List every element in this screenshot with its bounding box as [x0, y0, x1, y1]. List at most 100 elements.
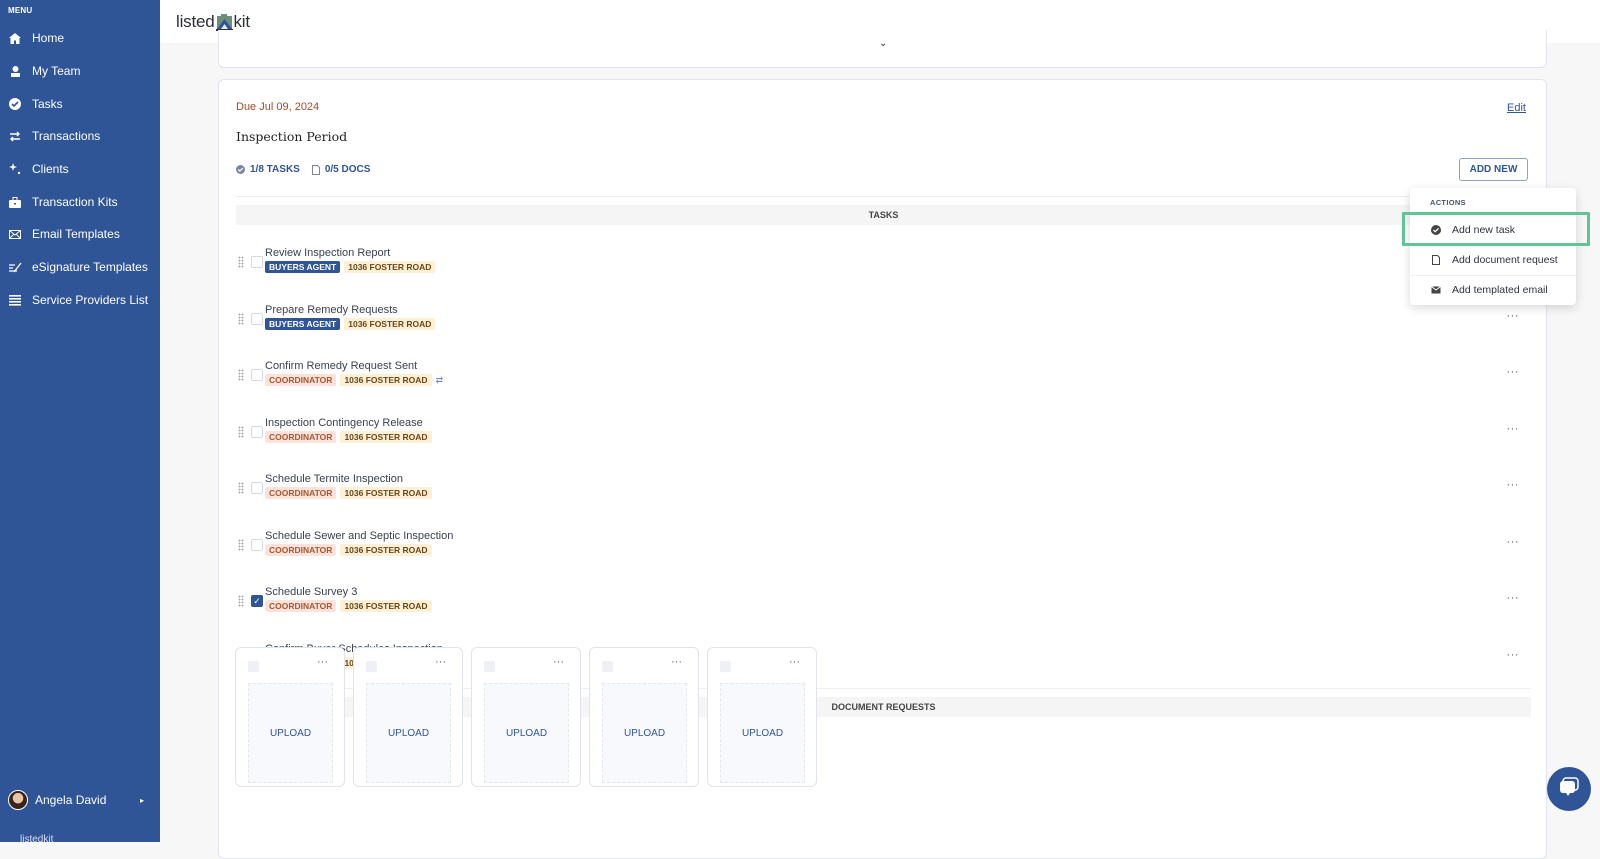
task-name[interactable]: Prepare Remedy Requests — [265, 304, 398, 316]
stage-title: Inspection Period — [236, 129, 348, 144]
sidebar-item-label: Clients — [32, 162, 69, 176]
task-name[interactable]: Schedule Sewer and Septic Inspection — [265, 530, 453, 542]
envelope-icon — [8, 229, 22, 239]
add-templated-email-menu-item[interactable]: Add templated email — [1410, 275, 1576, 305]
drag-handle-icon[interactable] — [238, 369, 244, 381]
actions-dropdown: ACTIONS Add new task Add document reques… — [1410, 188, 1576, 305]
sidebar-item-label: Home — [32, 31, 65, 45]
check-circle-icon — [236, 165, 245, 174]
briefcase-icon — [8, 196, 22, 208]
upload-button[interactable]: UPLOAD — [484, 683, 569, 783]
document-checkbox[interactable] — [248, 661, 259, 672]
role-badge: COORDINATOR — [265, 543, 337, 556]
document-checkbox[interactable] — [602, 661, 613, 672]
more-options-icon[interactable]: ··· — [317, 656, 328, 668]
document-icon — [311, 164, 320, 175]
chat-button[interactable] — [1547, 767, 1591, 811]
stage-stats: 1/8 TASKS 0/5 DOCS — [236, 164, 370, 175]
task-name[interactable]: Inspection Contingency Release — [265, 417, 423, 429]
upload-button[interactable]: UPLOAD — [248, 683, 333, 783]
sidebar-item-clients[interactable]: Clients — [0, 155, 160, 183]
more-options-icon[interactable]: ··· — [1507, 592, 1520, 604]
task-name[interactable]: Schedule Termite Inspection — [265, 473, 403, 485]
drag-handle-icon[interactable] — [238, 482, 244, 494]
task-checkbox[interactable] — [251, 425, 263, 438]
drag-handle-icon[interactable] — [238, 256, 244, 268]
task-name[interactable]: Schedule Survey 3 — [265, 586, 357, 598]
sidebar-item-transaction-kits[interactable]: Transaction Kits — [0, 188, 160, 216]
user-menu[interactable]: Angela David ▸ — [0, 787, 160, 813]
menu-item-label: Add new task — [1452, 224, 1516, 236]
document-request-card: ··· UPLOAD — [471, 647, 581, 787]
sidebar-item-label: Service Providers List — [32, 293, 149, 307]
logo-text-right: kit — [233, 12, 251, 31]
sidebar: MENU Home My Team Tasks Transactions Cli… — [0, 0, 160, 845]
role-badge: COORDINATOR — [265, 600, 337, 612]
caret-right-icon: ▸ — [139, 795, 144, 805]
address-badge: 1036 FOSTER ROAD — [340, 487, 432, 499]
sidebar-item-label: eSignature Templates — [32, 260, 148, 274]
sidebar-item-email-templates[interactable]: Email Templates — [0, 220, 160, 248]
task-checkbox[interactable] — [251, 369, 263, 381]
document-checkbox[interactable] — [366, 661, 377, 672]
address-badge: 1036 FOSTER ROAD — [340, 430, 432, 443]
more-options-icon[interactable]: ··· — [671, 656, 682, 668]
check-circle-icon — [8, 98, 22, 110]
drag-handle-icon[interactable] — [238, 425, 244, 438]
document-checkbox[interactable] — [484, 661, 495, 672]
task-checkbox[interactable] — [251, 256, 263, 268]
sidebar-item-tasks[interactable]: Tasks — [0, 90, 160, 118]
chat-bubble-icon — [1558, 776, 1580, 802]
more-options-icon[interactable]: ··· — [1507, 366, 1520, 378]
task-tags: COORDINATOR 1036 FOSTER ROAD — [265, 487, 436, 499]
sidebar-item-transactions[interactable]: Transactions — [0, 122, 160, 150]
user-icon — [8, 65, 22, 77]
upload-button[interactable]: UPLOAD — [366, 683, 451, 783]
drag-handle-icon[interactable] — [238, 595, 244, 607]
document-checkbox[interactable] — [720, 661, 731, 672]
task-checkbox[interactable] — [251, 312, 263, 325]
sidebar-footer-logo: listedkit — [20, 834, 54, 845]
more-options-icon[interactable]: ··· — [1507, 310, 1520, 322]
add-new-task-menu-item[interactable]: Add new task — [1410, 215, 1576, 245]
more-options-icon[interactable]: ··· — [789, 656, 800, 668]
sidebar-item-home[interactable]: Home — [0, 24, 160, 52]
sync-icon: ⇄ — [435, 374, 444, 385]
sidebar-item-label: My Team — [32, 64, 81, 78]
tasks-section-header: TASKS — [236, 205, 1531, 225]
sidebar-item-my-team[interactable]: My Team — [0, 57, 160, 85]
task-row: Review Inspection Report BUYERS AGENT 1036… — [236, 247, 1531, 283]
due-date: Due Jul 09, 2024 — [236, 101, 320, 113]
more-options-icon[interactable]: ··· — [435, 656, 446, 668]
edit-link[interactable]: Edit — [1507, 102, 1526, 114]
chevron-down-icon[interactable]: ⌄ — [879, 38, 887, 49]
role-badge: COORDINATOR — [265, 487, 337, 499]
document-request-card: ··· UPLOAD — [589, 647, 699, 787]
upload-button[interactable]: UPLOAD — [720, 683, 805, 783]
task-checkbox[interactable]: ✓ — [251, 595, 263, 607]
sidebar-item-esignature-templates[interactable]: eSignature Templates — [0, 253, 160, 281]
more-options-icon[interactable]: ··· — [1507, 423, 1520, 435]
more-options-icon[interactable]: ··· — [1507, 536, 1520, 548]
drag-handle-icon[interactable] — [238, 538, 244, 551]
task-checkbox[interactable] — [251, 538, 263, 551]
role-badge: COORDINATOR — [265, 374, 337, 386]
more-options-icon[interactable]: ··· — [1507, 479, 1520, 491]
task-name[interactable]: Confirm Remedy Request Sent — [265, 360, 417, 372]
logo[interactable]: listed kit — [176, 12, 250, 32]
upload-button[interactable]: UPLOAD — [602, 683, 687, 783]
document-request-card: ··· UPLOAD — [235, 647, 345, 787]
swap-arrows-icon — [8, 131, 22, 142]
add-document-request-menu-item[interactable]: Add document request — [1410, 245, 1576, 275]
drag-handle-icon[interactable] — [238, 312, 244, 325]
more-options-icon[interactable]: ··· — [1507, 649, 1520, 661]
add-new-button[interactable]: ADD NEW — [1459, 158, 1528, 181]
more-options-icon[interactable]: ··· — [553, 656, 564, 668]
address-badge: 1036 FOSTER ROAD — [340, 600, 432, 612]
document-icon — [1430, 255, 1442, 265]
task-name[interactable]: Review Inspection Report — [265, 247, 390, 259]
home-icon — [8, 32, 22, 44]
task-checkbox[interactable] — [251, 482, 263, 494]
address-badge: 1036 FOSTER ROAD — [344, 317, 436, 330]
sidebar-item-service-providers-list[interactable]: Service Providers List — [0, 286, 160, 314]
